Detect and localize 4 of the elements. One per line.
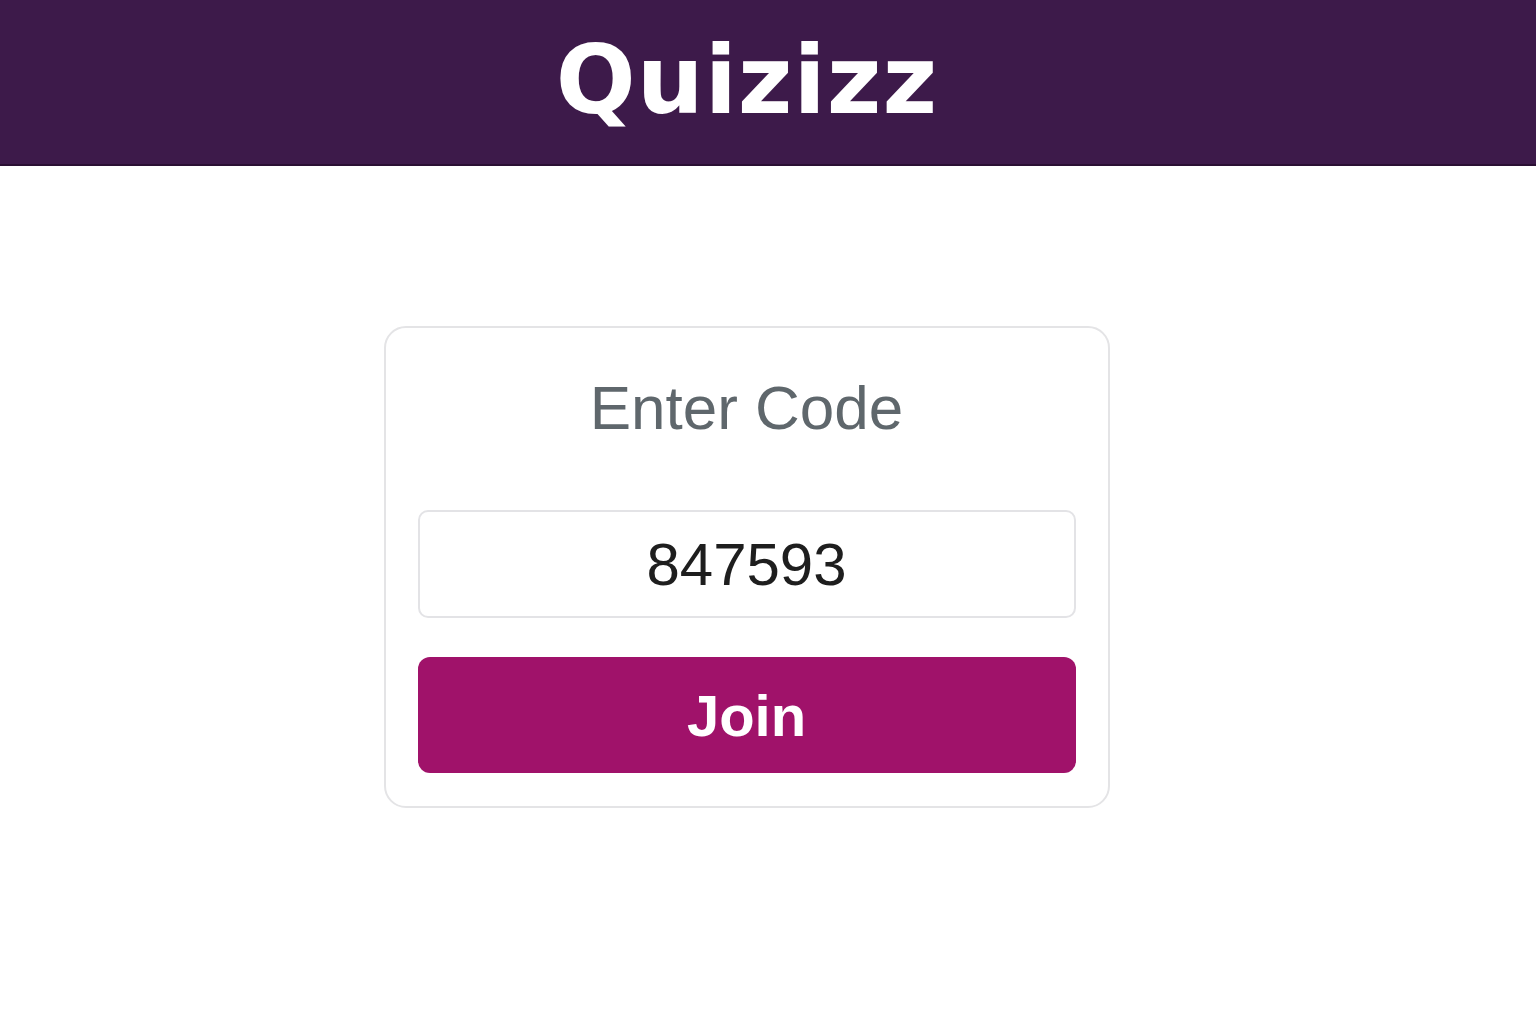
code-input-field[interactable]: 847593 [417, 510, 1076, 618]
logo: Quizizz [555, 34, 939, 128]
card-title: Enter Code [588, 372, 905, 444]
join-button[interactable]: Join [417, 657, 1076, 773]
